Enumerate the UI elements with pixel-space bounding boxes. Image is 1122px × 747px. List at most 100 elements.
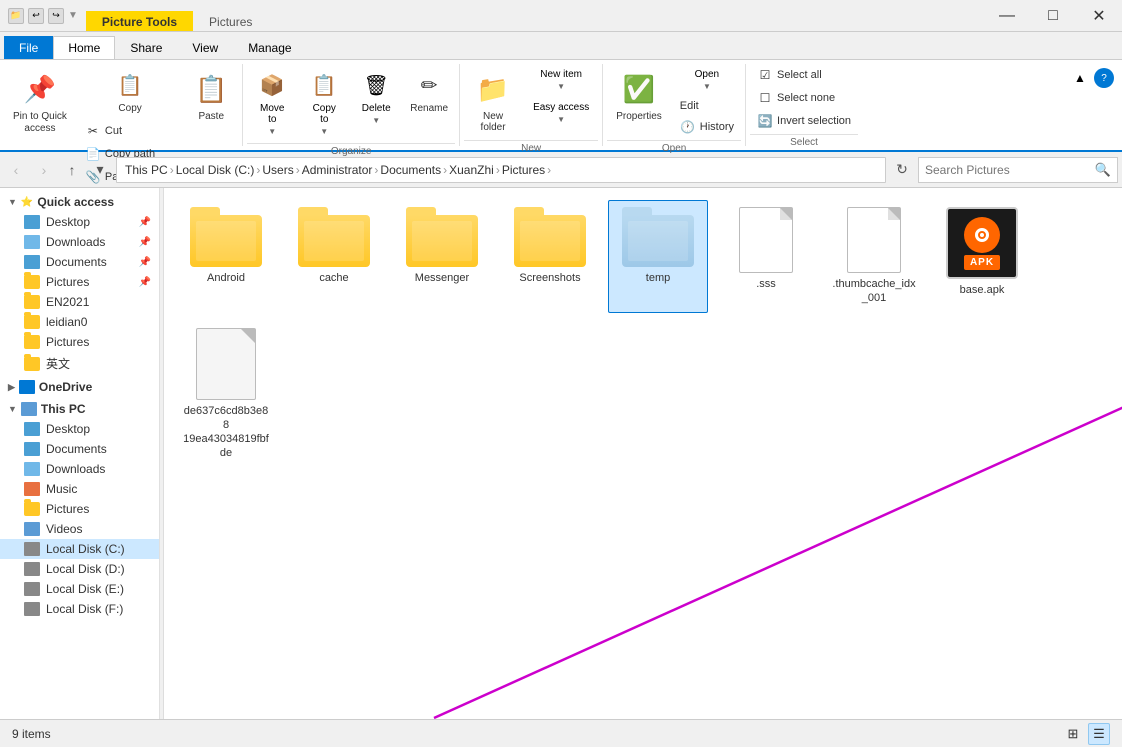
easy-access-button[interactable]: Easy access ▼ [524, 97, 598, 129]
quick-access-header[interactable]: ▼ ⭐ Quick access [0, 192, 159, 212]
copy-button[interactable]: 📋 Copy [78, 64, 182, 119]
select-content: ☑ Select all ☐ Select none 🔄 Invert sele… [750, 64, 858, 132]
invert-selection-button[interactable]: 🔄 Invert selection [750, 110, 858, 132]
status-bar: 9 items ⊞ ☰ [0, 719, 1122, 747]
details-view-button[interactable]: ☰ [1088, 723, 1110, 745]
delete-button[interactable]: 🗑 Delete ▼ [351, 64, 401, 130]
pictures-pin-icon: 📌 [139, 277, 151, 288]
tab-share[interactable]: Share [115, 36, 177, 59]
search-box[interactable]: 🔍 [918, 157, 1118, 183]
new-folder-icon: 📁 [473, 69, 513, 109]
tab-home[interactable]: Home [53, 36, 115, 59]
quick-access-icon-1[interactable]: 📁 [8, 8, 24, 24]
rename-button[interactable]: ✏ Rename [403, 64, 455, 119]
new-item-label: New item [540, 69, 582, 80]
sep-2: › [256, 163, 260, 177]
history-button[interactable]: 🕐 History [673, 116, 741, 138]
sidebar-item-pictures-qa[interactable]: Pictures 📌 [0, 272, 159, 292]
new-folder-button[interactable]: 📁 Newfolder [464, 64, 522, 138]
file-item-thumbcache[interactable]: .thumbcache_idx_001 [824, 200, 924, 313]
android-file-name: Android [207, 271, 245, 285]
sep-3: › [296, 163, 300, 177]
search-icon[interactable]: 🔍 [1095, 162, 1111, 178]
sidebar-item-thispc-videos[interactable]: Videos [0, 519, 159, 539]
back-button[interactable]: ‹ [4, 158, 28, 182]
file-item-sss[interactable]: .sss [716, 200, 816, 313]
sidebar-item-thispc-downloads[interactable]: Downloads [0, 459, 159, 479]
tab-view[interactable]: View [177, 36, 233, 59]
up-button[interactable]: ↑ [60, 158, 84, 182]
search-input[interactable] [925, 163, 1091, 177]
properties-button[interactable]: ✅ Properties [607, 64, 671, 127]
select-all-button[interactable]: ☑ Select all [750, 64, 858, 86]
android-folder-icon [190, 207, 262, 267]
paste-button[interactable]: 📋 Paste [184, 64, 238, 127]
file-item-apk[interactable]: APK base.apk [932, 200, 1032, 313]
main-content: ▼ ⭐ Quick access Desktop 📌 Downloads 📌 D… [0, 188, 1122, 719]
organize-content: 📦 Moveto ▼ 📋 Copyto ▼ 🗑 Delete ▼ ✏ Renam… [247, 64, 455, 141]
sidebar-item-pictures-folder[interactable]: Pictures [0, 332, 159, 352]
file-item-temp[interactable]: temp [608, 200, 708, 313]
sidebar-item-downloads[interactable]: Downloads 📌 [0, 232, 159, 252]
temp-file-name: temp [646, 271, 670, 285]
move-to-button[interactable]: 📦 Moveto ▼ [247, 64, 297, 141]
minimize-button[interactable]: — [984, 0, 1030, 32]
file-item-messenger[interactable]: Messenger [392, 200, 492, 313]
large-icons-view-button[interactable]: ⊞ [1062, 723, 1084, 745]
sidebar-item-thispc-desktop[interactable]: Desktop [0, 419, 159, 439]
quick-access-dropdown[interactable]: ▼ [68, 10, 78, 21]
path-administrator[interactable]: Administrator [302, 163, 373, 177]
tab-manage[interactable]: Manage [233, 36, 306, 59]
thispc-header[interactable]: ▼ This PC [0, 399, 159, 419]
select-all-label: Select all [777, 69, 822, 81]
sidebar-item-thispc-pictures[interactable]: Pictures [0, 499, 159, 519]
sidebar-item-drive-e[interactable]: Local Disk (E:) [0, 579, 159, 599]
refresh-button[interactable]: ↻ [890, 158, 914, 182]
file-item-cache[interactable]: cache [284, 200, 384, 313]
copy-to-button[interactable]: 📋 Copyto ▼ [299, 64, 349, 141]
path-xuanzhi[interactable]: XuanZhi [449, 163, 494, 177]
new-item-button[interactable]: New item ▼ [524, 64, 598, 96]
select-none-button[interactable]: ☐ Select none [750, 87, 858, 109]
onedrive-header[interactable]: ▶ OneDrive [0, 377, 159, 397]
path-thispc[interactable]: This PC [125, 163, 168, 177]
cut-button[interactable]: ✂ Cut [78, 120, 182, 142]
pin-to-quick-access-button[interactable]: 📌 Pin to Quickaccess [4, 64, 76, 140]
sidebar-item-en2021[interactable]: EN2021 [0, 292, 159, 312]
sidebar-item-drive-f[interactable]: Local Disk (F:) [0, 599, 159, 619]
sep-1: › [170, 163, 174, 177]
sidebar-item-thispc-music[interactable]: Music [0, 479, 159, 499]
sidebar-item-thispc-documents[interactable]: Documents [0, 439, 159, 459]
quick-access-icon-3[interactable]: ↪ [48, 8, 64, 24]
sidebar-item-thispc-docs-label: Documents [46, 442, 107, 456]
tab-file[interactable]: File [4, 36, 53, 59]
file-item-android[interactable]: Android [176, 200, 276, 313]
path-pictures[interactable]: Pictures [502, 163, 545, 177]
cut-icon: ✂ [85, 123, 101, 139]
select-none-icon: ☐ [757, 90, 773, 106]
address-path[interactable]: This PC › Local Disk (C:) › Users › Admi… [116, 157, 886, 183]
open-button[interactable]: Open ▼ [673, 64, 741, 96]
file-item-screenshots[interactable]: Screenshots [500, 200, 600, 313]
quick-access-icon-2[interactable]: ↩ [28, 8, 44, 24]
file-item-longname[interactable]: de637c6cd8b3e8819ea43034819fbfde [176, 321, 276, 468]
thumbcache-file-fold [888, 208, 900, 220]
sidebar-item-desktop[interactable]: Desktop 📌 [0, 212, 159, 232]
documents-folder-icon [24, 255, 40, 269]
sss-file-icon [739, 207, 793, 273]
sidebar-item-drive-c[interactable]: Local Disk (C:) [0, 539, 159, 559]
edit-button[interactable]: Edit [673, 97, 741, 115]
maximize-button[interactable]: □ [1030, 0, 1076, 32]
sidebar-item-documents[interactable]: Documents 📌 [0, 252, 159, 272]
sidebar-item-drive-d[interactable]: Local Disk (D:) [0, 559, 159, 579]
forward-button[interactable]: › [32, 158, 56, 182]
recent-locations-button[interactable]: ▾ [88, 158, 112, 182]
sidebar-item-english[interactable]: 英文 [0, 352, 159, 375]
path-documents[interactable]: Documents [380, 163, 441, 177]
help-button[interactable]: ? [1094, 68, 1114, 88]
sidebar-item-leidian0[interactable]: leidian0 [0, 312, 159, 332]
path-localdisk[interactable]: Local Disk (C:) [176, 163, 255, 177]
ribbon-expand-icon[interactable]: ▲ [1070, 68, 1090, 88]
path-users[interactable]: Users [262, 163, 293, 177]
close-button[interactable]: ✕ [1076, 0, 1122, 32]
